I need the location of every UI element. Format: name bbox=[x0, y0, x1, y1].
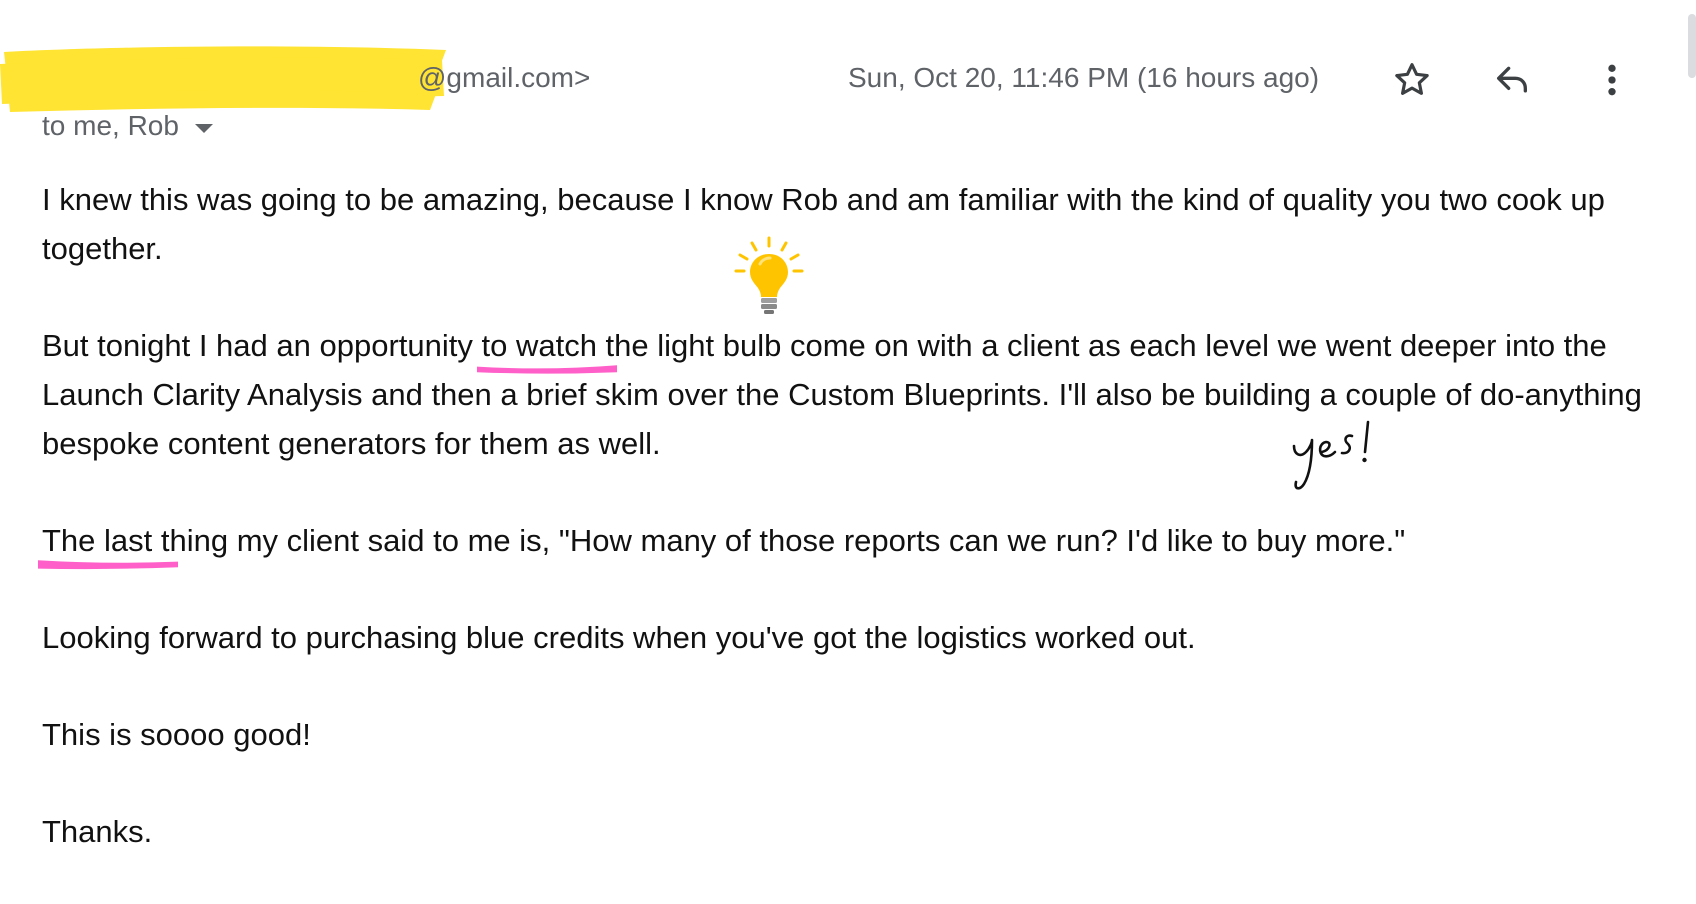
message-header: @gmail.com> to me, Rob Sun, Oct 20, 11:4… bbox=[0, 0, 1696, 150]
star-button[interactable] bbox=[1388, 56, 1436, 104]
paragraph-excitement: This is soooo good! bbox=[42, 717, 311, 752]
paragraph-sign-off: Thanks. bbox=[42, 814, 153, 849]
recipients-label: to me, Rob bbox=[42, 110, 179, 141]
sender-redaction-highlight bbox=[0, 46, 446, 112]
message-timestamp: Sun, Oct 20, 11:46 PM (16 hours ago) bbox=[848, 62, 1320, 93]
reply-icon bbox=[1497, 66, 1527, 93]
scrollbar-thumb[interactable] bbox=[1688, 14, 1696, 78]
pink-underline bbox=[38, 560, 178, 570]
paragraph-text: But tonight I had an opportunity bbox=[42, 328, 482, 363]
highlighted-quote: The last thing my client said to me is, … bbox=[38, 523, 1406, 570]
light-bulb-icon bbox=[734, 236, 804, 314]
more-options-button[interactable] bbox=[1588, 56, 1636, 104]
recipients-details-toggle[interactable]: to me, Rob bbox=[42, 110, 213, 142]
paragraph-intro: I knew this was going to be amazing, bec… bbox=[42, 182, 1605, 266]
highlighted-phrase: to watch the light bulb come on with a c… bbox=[477, 328, 1080, 374]
paragraph-looking-forward: Looking forward to purchasing blue credi… bbox=[42, 620, 1196, 655]
message-body: I knew this was going to be amazing, bec… bbox=[38, 175, 1662, 904]
highlighted-text: The last thing my client said to me is, … bbox=[42, 523, 1406, 558]
caret-down-icon[interactable] bbox=[194, 123, 213, 133]
more-vertical-icon bbox=[1608, 64, 1616, 96]
star-icon bbox=[1395, 63, 1429, 95]
highlighted-text: to watch the light bulb come on with a c… bbox=[481, 328, 1080, 363]
reply-button[interactable] bbox=[1488, 56, 1536, 104]
paragraph-client-quote: The last thing my client said to me is, … bbox=[38, 516, 1662, 570]
paragraph-light-bulb: But tonight I had an opportunity to watc… bbox=[42, 321, 1662, 468]
handwritten-yes-annotation bbox=[1292, 420, 1370, 490]
sender-email[interactable]: @gmail.com> bbox=[418, 62, 590, 94]
pink-underline bbox=[477, 365, 618, 374]
